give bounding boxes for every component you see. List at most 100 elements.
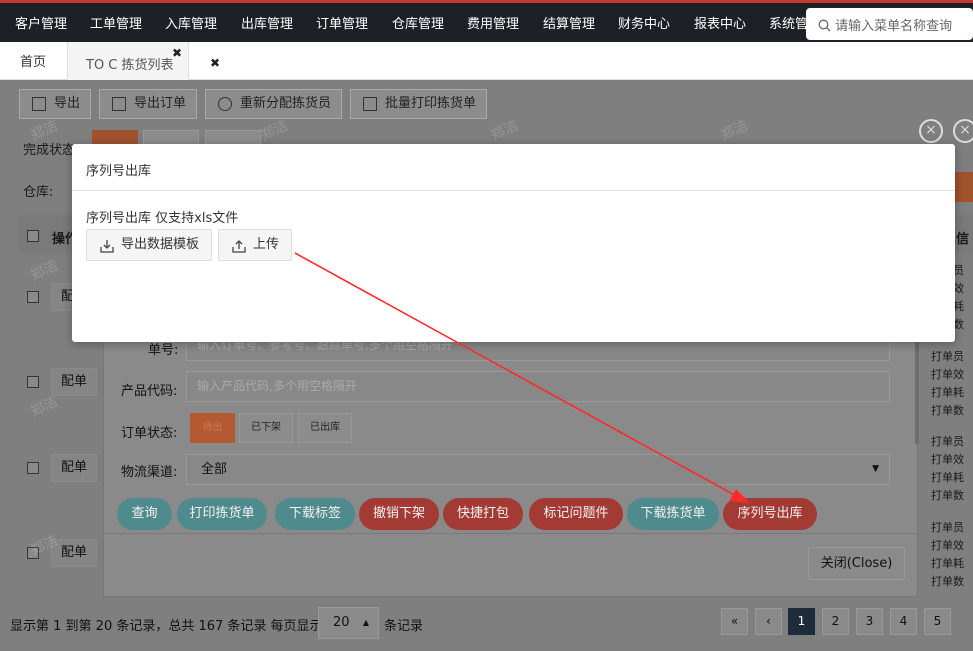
row-info-line: 打单员 bbox=[931, 350, 964, 363]
tab-home[interactable]: 首页 bbox=[20, 42, 46, 80]
download-picking-list-button[interactable]: 下载拣货单 bbox=[627, 498, 719, 530]
close-circle-icon[interactable]: × bbox=[953, 119, 973, 143]
row-info-line: 打单效 bbox=[931, 368, 964, 381]
export-orders-label: 导出订单 bbox=[134, 96, 187, 111]
order-status-shipped[interactable]: 已出库 bbox=[298, 413, 352, 443]
divider bbox=[104, 533, 917, 534]
download-label-button[interactable]: 下载标签 bbox=[275, 498, 355, 530]
row-info-line: 打单数 bbox=[931, 575, 964, 588]
order-status-label: 订单状态: bbox=[121, 426, 178, 441]
export-icon bbox=[32, 97, 46, 111]
row-info-line: 打单耗 bbox=[931, 471, 964, 484]
export-template-button[interactable]: 导出数据模板 bbox=[86, 229, 213, 261]
menu-search-placeholder: 请输入菜单名称查询 bbox=[835, 19, 953, 34]
page-4-button[interactable]: 4 bbox=[890, 608, 917, 635]
page-1-button[interactable]: 1 bbox=[788, 608, 815, 635]
warehouse-filter-label: 仓库: bbox=[23, 185, 54, 200]
search-submit-button[interactable] bbox=[955, 172, 973, 202]
nav-item-customer[interactable]: 客户管理 bbox=[15, 13, 67, 32]
channel-label: 物流渠道: bbox=[121, 465, 178, 480]
mark-problem-button[interactable]: 标记问题件 bbox=[529, 498, 623, 530]
tab-picking-list[interactable]: TO C 拣货列表 bbox=[86, 54, 174, 73]
assign-order-button[interactable]: 配单 bbox=[51, 368, 97, 396]
export-orders-button[interactable]: 导出订单 bbox=[99, 89, 198, 119]
row-info-line: 打单数 bbox=[931, 404, 964, 417]
batch-print-button[interactable]: 批量打印拣货单 bbox=[350, 89, 488, 119]
prev-page-button[interactable]: ‹ bbox=[755, 608, 782, 635]
channel-value: 全部 bbox=[201, 462, 228, 477]
row-info-line: 打单效 bbox=[931, 539, 964, 552]
order-status-unshelved[interactable]: 已下架 bbox=[239, 413, 293, 443]
nav-item-warehouse[interactable]: 仓库管理 bbox=[392, 13, 444, 32]
caret-up-icon: ▲ bbox=[362, 618, 369, 627]
row-checkbox[interactable] bbox=[27, 376, 39, 388]
revoke-unshelve-button[interactable]: 撤销下架 bbox=[359, 498, 439, 530]
order-status-pending[interactable]: 待出 bbox=[190, 413, 235, 443]
row-info-line: 打单耗 bbox=[931, 557, 964, 570]
scrollbar[interactable] bbox=[915, 329, 919, 444]
row-checkbox[interactable] bbox=[27, 291, 39, 303]
nav-item-system[interactable]: 系统管 bbox=[769, 13, 808, 32]
page-tab-bar: 首页 TO C 拣货列表 ✖ ✖ bbox=[0, 42, 973, 80]
nav-item-inbound[interactable]: 入库管理 bbox=[165, 13, 217, 32]
row-info-line: 打单员 bbox=[931, 521, 964, 534]
query-button[interactable]: 查询 bbox=[117, 498, 172, 530]
search-icon bbox=[818, 19, 831, 32]
picking-modal: 单号: 输入订单号、参考号、跟踪单号,多个用空格隔开 产品代码: 输入产品代码,… bbox=[103, 320, 919, 597]
page-5-button[interactable]: 5 bbox=[924, 608, 951, 635]
close-button[interactable]: 关闭(Close) bbox=[808, 547, 905, 580]
row-checkbox[interactable] bbox=[27, 462, 39, 474]
select-all-checkbox[interactable] bbox=[27, 230, 39, 242]
divider bbox=[72, 190, 955, 191]
export-template-label: 导出数据模板 bbox=[121, 237, 200, 252]
pagination-info: 显示第 1 到第 20 条记录，总共 167 条记录 每页显示 bbox=[10, 619, 323, 634]
tab-close-icon[interactable]: ✖ bbox=[172, 46, 182, 60]
assign-order-button[interactable]: 配单 bbox=[51, 454, 97, 482]
close-tab-icon[interactable]: ✖ bbox=[210, 56, 220, 70]
product-code-input[interactable]: 输入产品代码,多个用空格隔开 bbox=[186, 371, 890, 402]
page-size-value: 20 bbox=[333, 615, 350, 630]
chevron-down-icon: ▼ bbox=[872, 464, 879, 474]
nav-item-fees[interactable]: 费用管理 bbox=[467, 13, 519, 32]
status-filter-label: 完成状态 bbox=[23, 143, 76, 158]
quick-pack-button[interactable]: 快捷打包 bbox=[443, 498, 523, 530]
upload-icon bbox=[232, 240, 246, 253]
watermark: 郑洁 bbox=[488, 117, 521, 145]
export-button[interactable]: 导出 bbox=[19, 89, 92, 119]
first-page-button[interactable]: « bbox=[721, 608, 748, 635]
row-info-line: 打单效 bbox=[931, 453, 964, 466]
watermark: 郑洁 bbox=[258, 117, 291, 145]
page-size-select[interactable]: 20 ▲ bbox=[318, 607, 379, 639]
channel-select[interactable]: 全部 ▼ bbox=[186, 454, 890, 485]
menu-search-input[interactable]: 请输入菜单名称查询 bbox=[806, 8, 973, 40]
page-3-button[interactable]: 3 bbox=[856, 608, 883, 635]
close-circle-icon[interactable]: × bbox=[919, 119, 943, 143]
nav-item-settlement[interactable]: 结算管理 bbox=[543, 13, 595, 32]
print-icon bbox=[363, 97, 377, 111]
row-info-line: 打单员 bbox=[931, 435, 964, 448]
row-info-line: 打单数 bbox=[931, 489, 964, 502]
nav-item-workorder[interactable]: 工单管理 bbox=[90, 13, 142, 32]
page-2-button[interactable]: 2 bbox=[822, 608, 849, 635]
print-picking-list-button[interactable]: 打印拣货单 bbox=[177, 498, 267, 530]
user-icon bbox=[218, 97, 232, 111]
dialog-title: 序列号出库 bbox=[86, 164, 152, 179]
tab-active-container[interactable]: TO C 拣货列表 ✖ bbox=[67, 42, 189, 80]
nav-item-outbound[interactable]: 出库管理 bbox=[241, 13, 293, 32]
top-navigation-bar: 客户管理 工单管理 入库管理 出库管理 订单管理 仓库管理 费用管理 结算管理 … bbox=[0, 0, 973, 42]
product-code-label: 产品代码: bbox=[121, 384, 178, 399]
upload-label: 上传 bbox=[253, 237, 280, 252]
download-icon bbox=[100, 240, 114, 253]
watermark: 郑洁 bbox=[718, 117, 751, 145]
nav-item-reports[interactable]: 报表中心 bbox=[694, 13, 746, 32]
upload-button[interactable]: 上传 bbox=[218, 229, 293, 261]
watermark: 郑洁 bbox=[28, 257, 61, 285]
reassign-picker-button[interactable]: 重新分配拣货员 bbox=[205, 89, 343, 119]
serial-outbound-button[interactable]: 序列号出库 bbox=[723, 498, 817, 530]
batch-print-label: 批量打印拣货单 bbox=[385, 96, 477, 111]
export-icon bbox=[112, 97, 126, 111]
reassign-picker-label: 重新分配拣货员 bbox=[240, 96, 332, 111]
page-size-suffix: 条记录 bbox=[384, 619, 424, 634]
nav-item-orders[interactable]: 订单管理 bbox=[316, 13, 368, 32]
nav-item-finance[interactable]: 财务中心 bbox=[618, 13, 670, 32]
